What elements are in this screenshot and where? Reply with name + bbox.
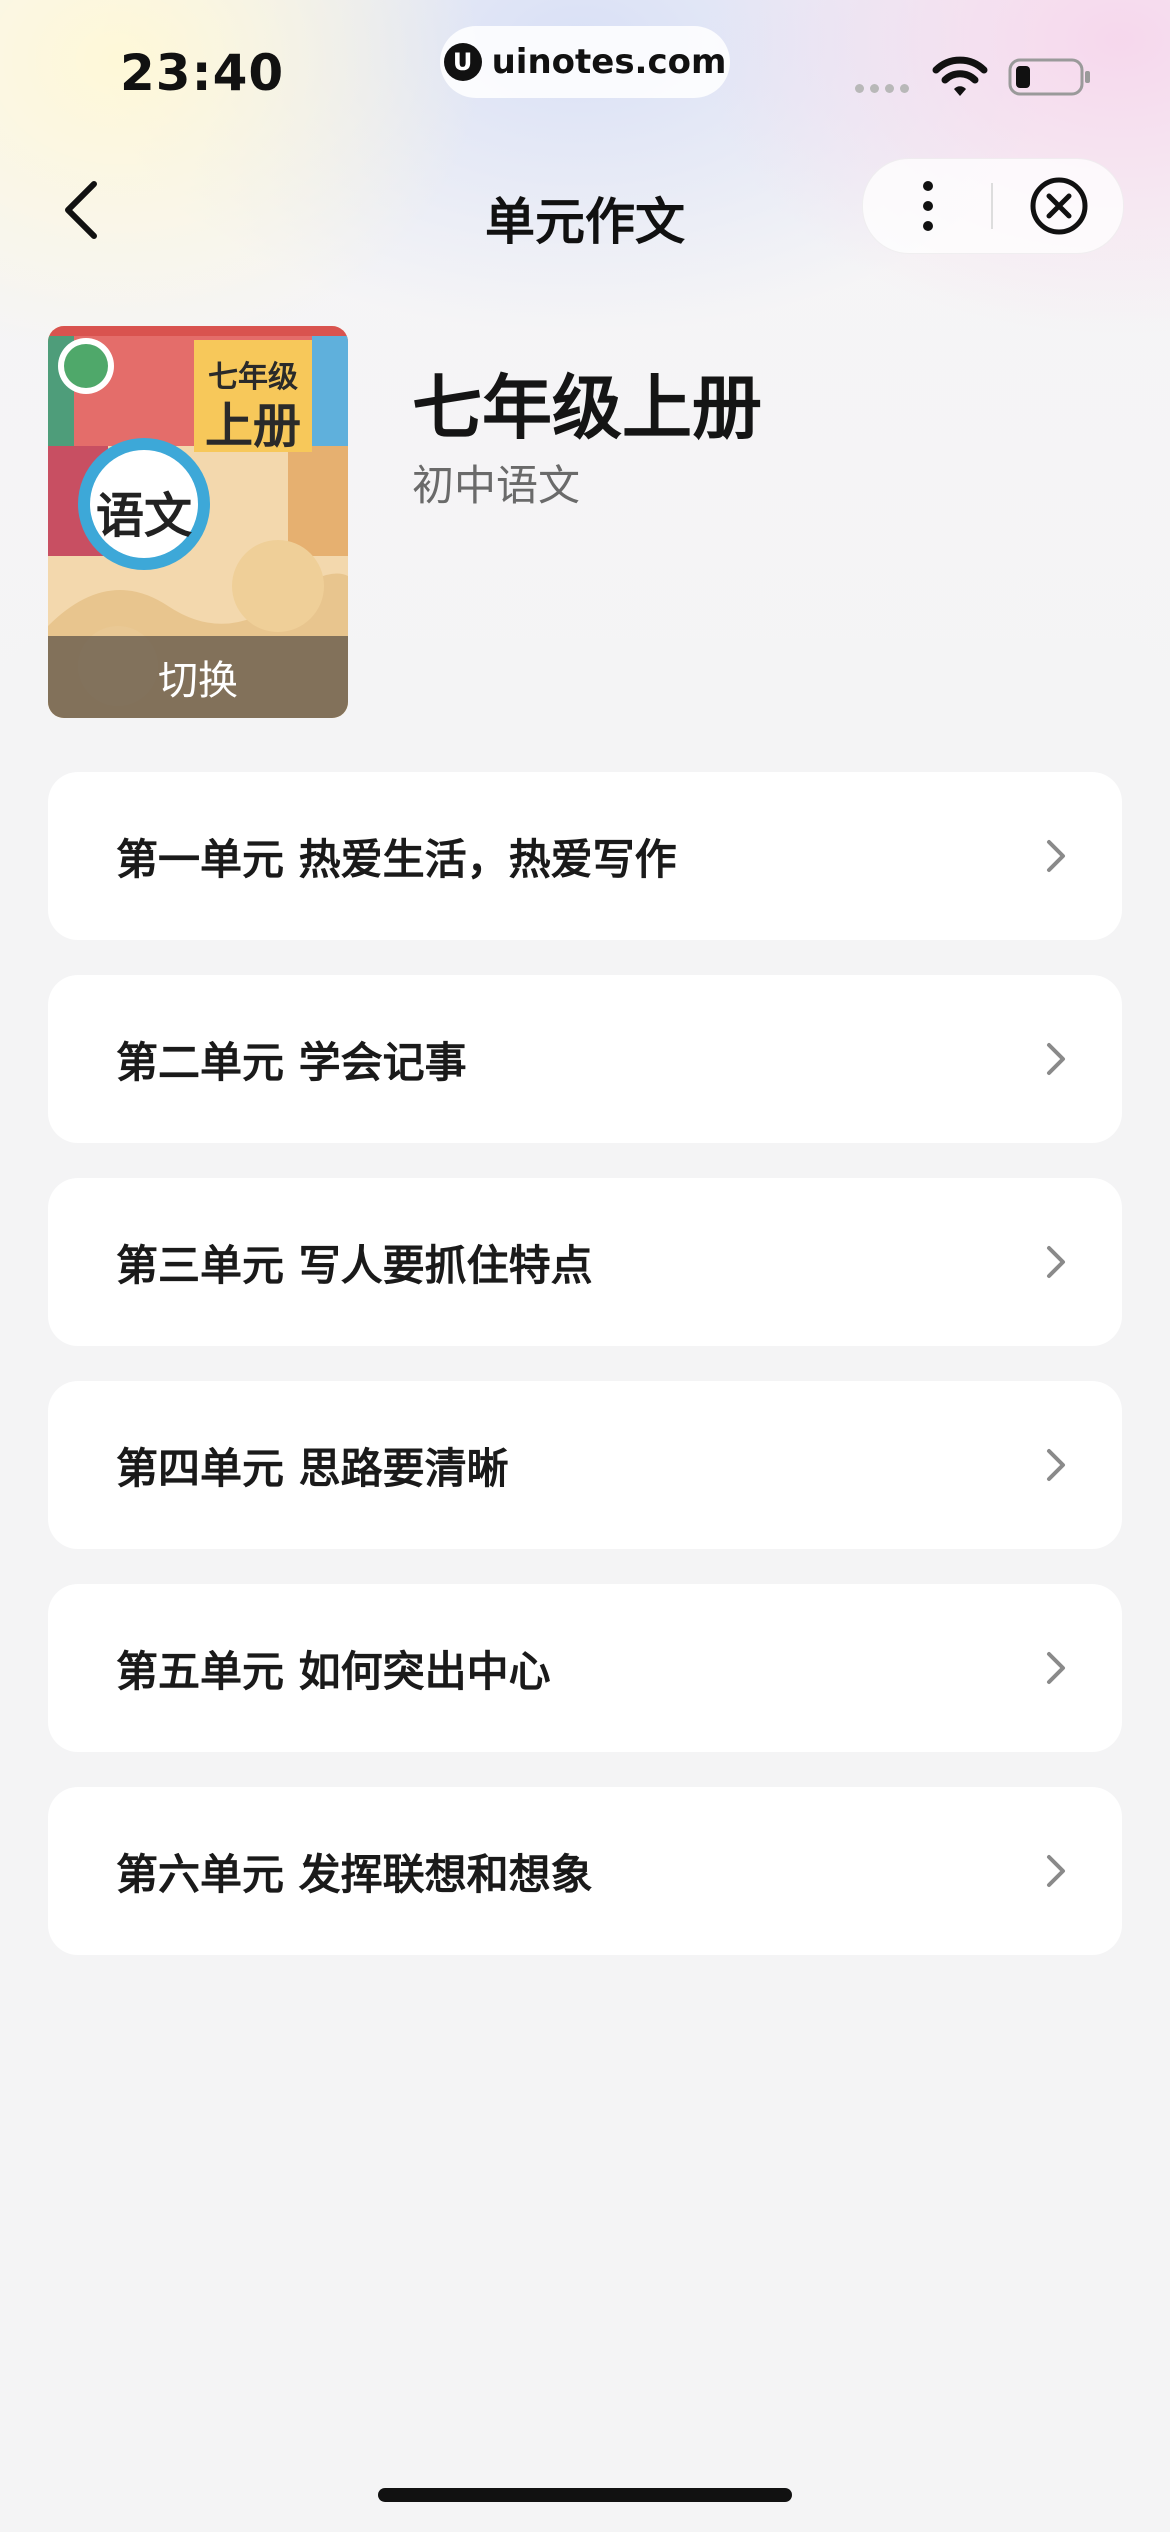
unit-item-5[interactable]: 第五单元 如何突出中心	[48, 1584, 1122, 1752]
textbook-subtitle: 初中语文	[412, 461, 581, 510]
unit-list: 第一单元 热爱生活，热爱写作 第二单元 学会记事 第三单元 写人要抓住特点 第四…	[48, 772, 1122, 1990]
unit-label: 第一单元 热爱生活，热爱写作	[116, 834, 677, 884]
cover-volume-text: 上册	[204, 398, 301, 454]
uinotes-logo-icon: U	[443, 43, 482, 81]
unit-item-3[interactable]: 第三单元 写人要抓住特点	[48, 1178, 1122, 1346]
unit-item-6[interactable]: 第六单元 发挥联想和想象	[48, 1787, 1122, 1955]
status-time: 23:40	[120, 44, 285, 102]
unit-label: 第三单元 写人要抓住特点	[116, 1240, 593, 1290]
navigation-bar: 单元作文	[0, 150, 1170, 270]
unit-label: 第六单元 发挥联想和想象	[116, 1849, 593, 1899]
miniprogram-capsule	[862, 158, 1124, 254]
close-button[interactable]	[995, 159, 1123, 253]
url-watermark: U uinotes.com	[440, 26, 730, 98]
unit-item-2[interactable]: 第二单元 学会记事	[48, 975, 1122, 1143]
chevron-right-icon	[1047, 1043, 1065, 1075]
chevron-right-icon	[1047, 1855, 1065, 1887]
battery-icon	[1008, 58, 1090, 96]
more-vertical-icon	[923, 181, 933, 231]
cellular-signal-icon	[855, 84, 909, 93]
more-button[interactable]	[863, 159, 993, 253]
chevron-right-icon	[1047, 1449, 1065, 1481]
unit-label: 第四单元 思路要清晰	[116, 1443, 509, 1493]
home-indicator[interactable]	[378, 2488, 792, 2502]
status-bar: 23:40 U uinotes.com	[0, 0, 1170, 150]
switch-textbook-button[interactable]: 切换	[48, 636, 348, 718]
unit-item-1[interactable]: 第一单元 热爱生活，热爱写作	[48, 772, 1122, 940]
close-circle-icon	[1030, 177, 1088, 235]
wifi-icon	[932, 56, 988, 96]
unit-item-4[interactable]: 第四单元 思路要清晰	[48, 1381, 1122, 1549]
unit-label: 第二单元 学会记事	[116, 1037, 467, 1087]
capsule-divider	[991, 183, 993, 229]
cover-subject-text: 语文	[95, 488, 192, 544]
textbook-cover[interactable]: 七年级 上册 语文 切换	[48, 326, 348, 718]
chevron-right-icon	[1047, 1246, 1065, 1278]
url-text: uinotes.com	[491, 42, 727, 82]
chevron-right-icon	[1047, 1652, 1065, 1684]
chevron-right-icon	[1047, 840, 1065, 872]
textbook-title: 七年级上册	[412, 367, 762, 449]
unit-label: 第五单元 如何突出中心	[116, 1646, 551, 1696]
